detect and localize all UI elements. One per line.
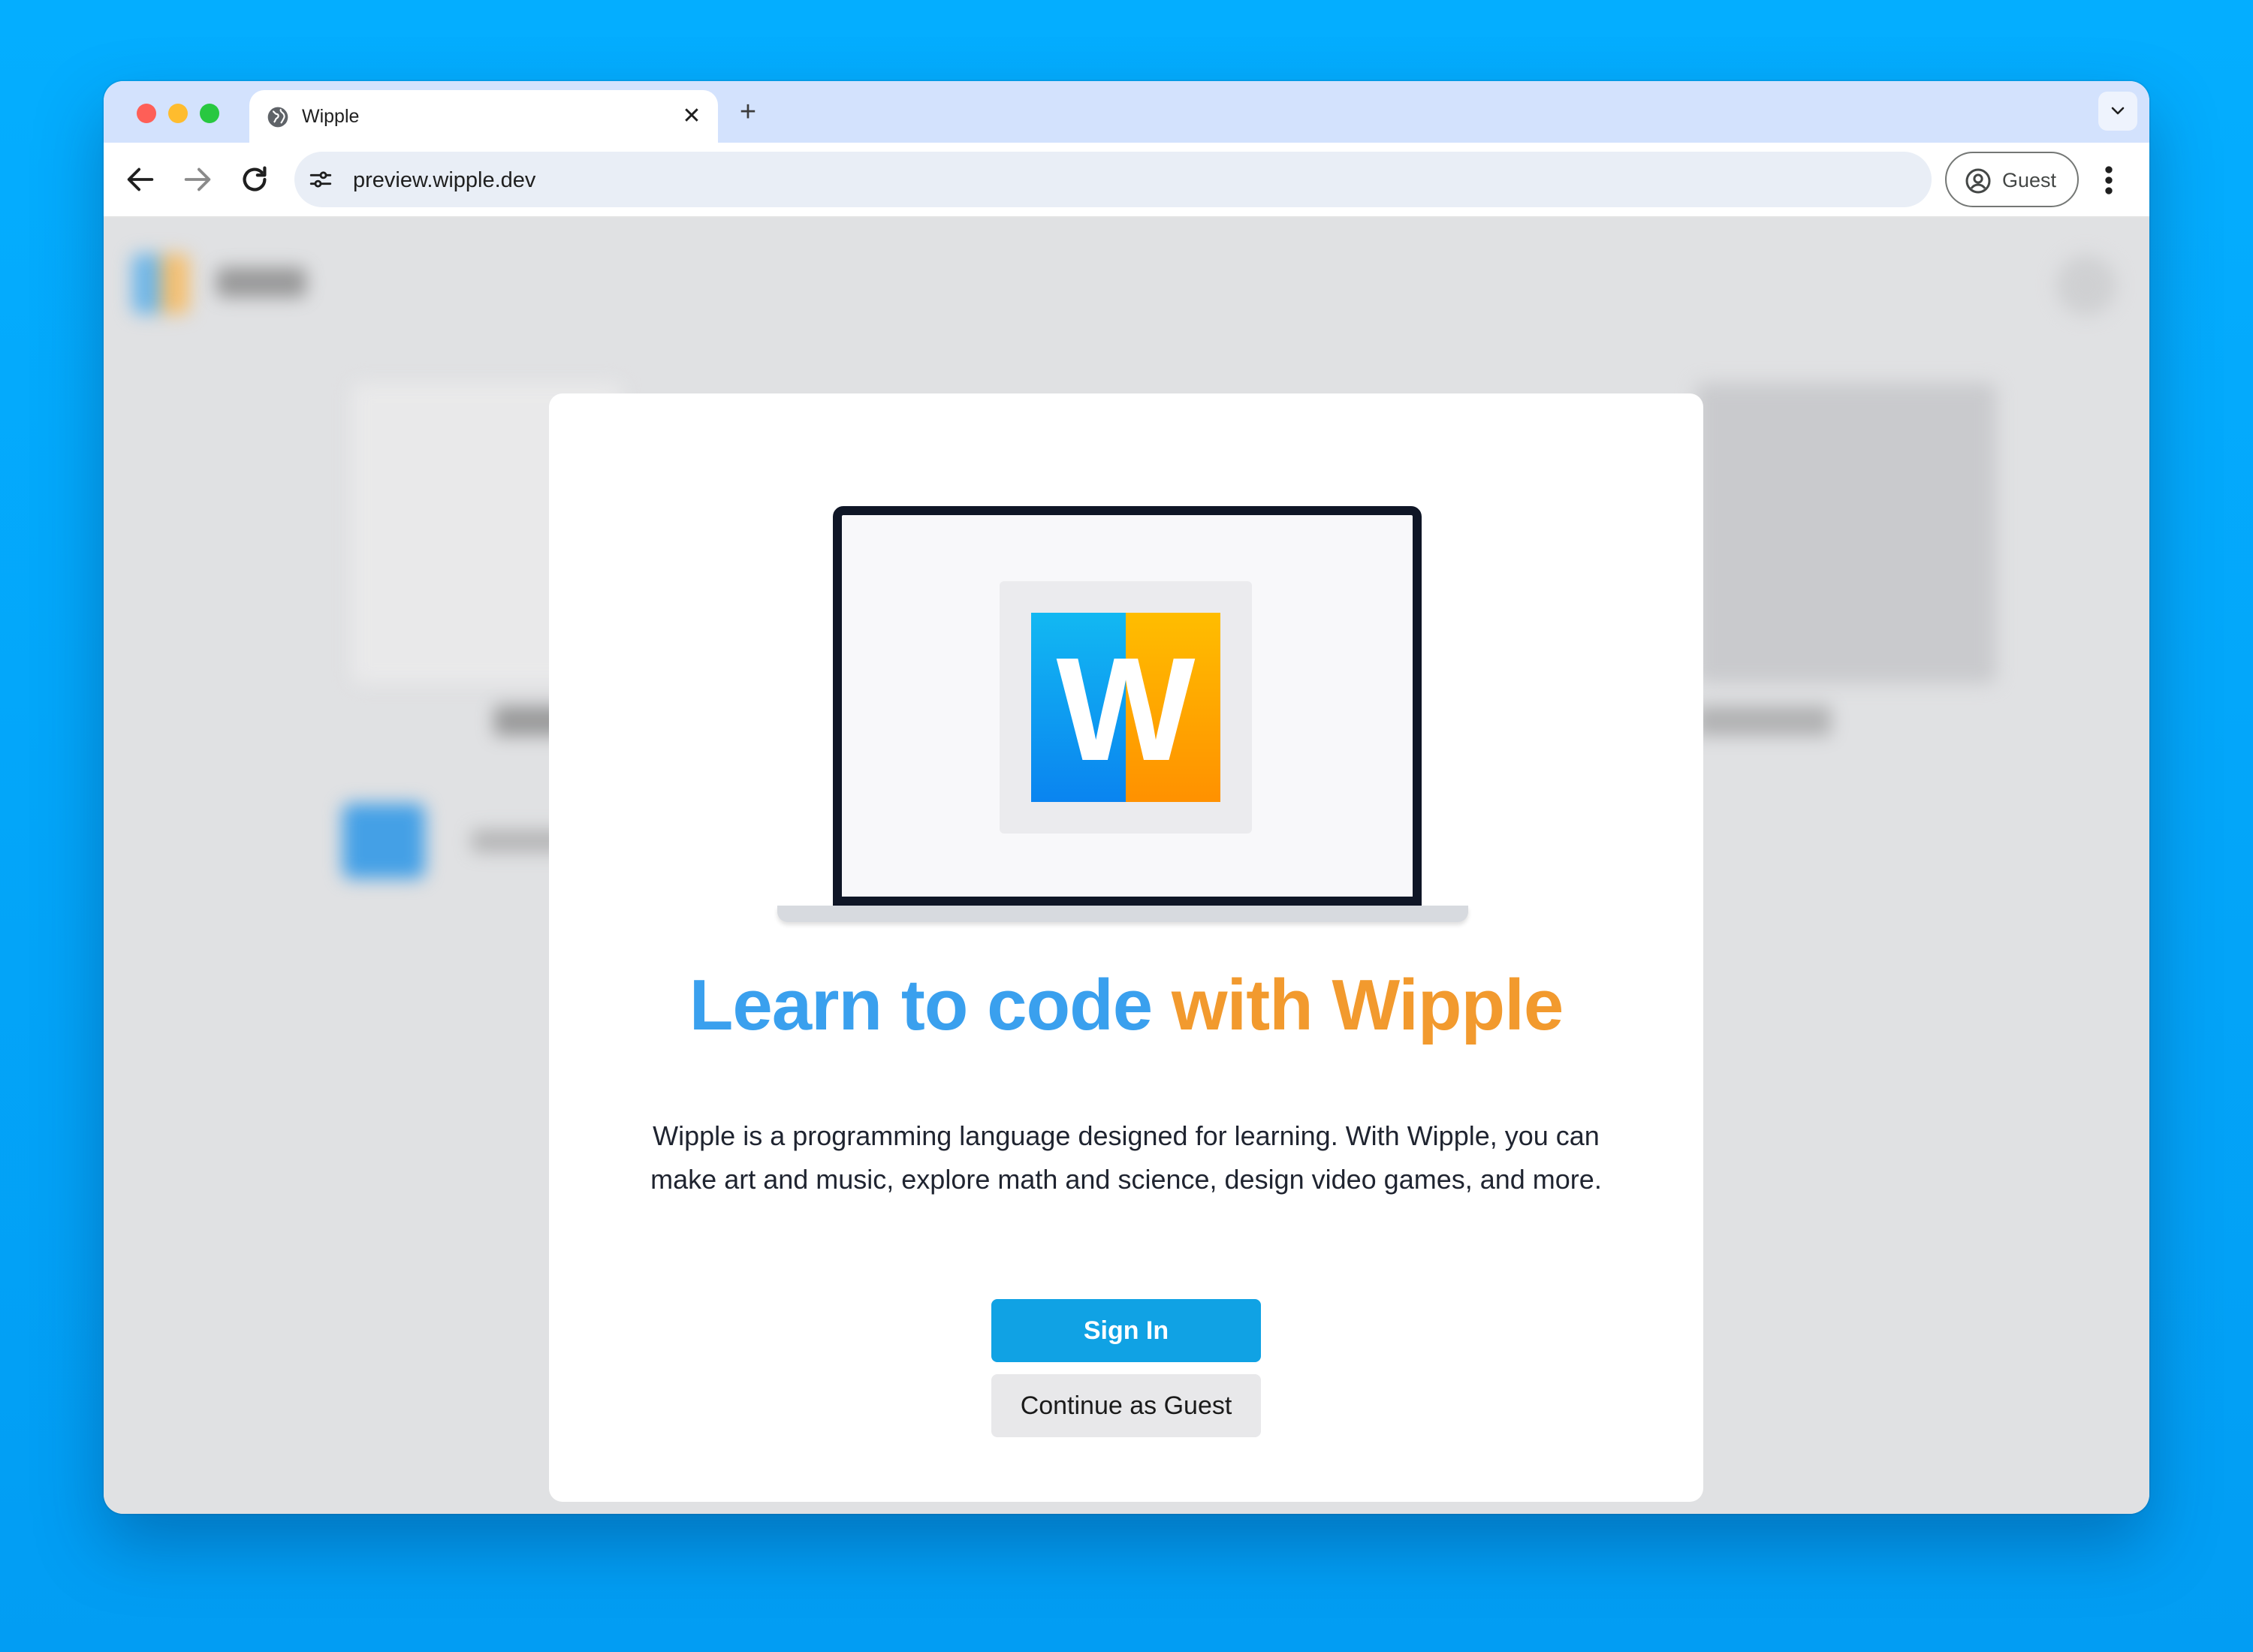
- background-text: [1696, 706, 1831, 736]
- profile-label: Guest: [2002, 169, 2057, 191]
- account-icon: [1965, 168, 1991, 194]
- plus-icon[interactable]: +: [733, 98, 763, 128]
- tab-title: Wipple: [302, 106, 360, 127]
- sign-in-button[interactable]: Sign In: [991, 1299, 1261, 1362]
- more-vert-icon[interactable]: [2094, 159, 2124, 201]
- maximize-window-button[interactable]: [200, 104, 219, 123]
- background-logo: [132, 254, 189, 314]
- headline-part-1: Learn to code: [689, 965, 1153, 1045]
- wipple-logo: W: [1031, 613, 1220, 802]
- background-button: [342, 803, 425, 879]
- browser-toolbar: preview.wipple.dev Guest: [104, 143, 2149, 218]
- tab-search-button[interactable]: [2098, 92, 2137, 131]
- headline: Learn to code with Wipple: [549, 964, 1703, 1047]
- address-bar[interactable]: preview.wipple.dev: [294, 152, 1932, 207]
- tab-wipple[interactable]: Wipple ✕: [249, 90, 718, 144]
- background-avatar: [2056, 255, 2116, 315]
- site-settings-icon[interactable]: [308, 167, 333, 192]
- back-arrow-icon[interactable]: [123, 162, 158, 197]
- description: Wipple is a programming language designe…: [650, 1120, 1602, 1195]
- page-content: W Learn to code with Wipple Wipple is a …: [104, 218, 2149, 1514]
- laptop-illustration: W: [777, 506, 1468, 942]
- close-window-button[interactable]: [137, 104, 156, 123]
- continue-as-guest-button[interactable]: Continue as Guest: [991, 1374, 1261, 1437]
- close-icon[interactable]: ✕: [680, 105, 703, 128]
- url-text[interactable]: preview.wipple.dev: [353, 168, 535, 193]
- chevron-down-icon: [2111, 107, 2125, 115]
- logo-letter: W: [1057, 627, 1196, 791]
- forward-arrow-icon[interactable]: [180, 162, 215, 197]
- tab-strip: Wipple ✕ +: [104, 81, 2149, 144]
- welcome-dialog: W Learn to code with Wipple Wipple is a …: [549, 393, 1703, 1502]
- headline-part-2: with Wipple: [1171, 965, 1564, 1045]
- reload-icon[interactable]: [237, 162, 272, 197]
- browser-window: Wipple ✕ + preview.wipple.dev Guest W Le…: [104, 81, 2149, 1514]
- profile-button[interactable]: Guest: [1945, 152, 2079, 207]
- laptop-screen: W: [833, 506, 1422, 906]
- globe-icon: [267, 107, 288, 128]
- background-card: [1696, 383, 1996, 683]
- laptop-base: [777, 906, 1468, 922]
- logo-tile: W: [1000, 581, 1252, 834]
- minimize-window-button[interactable]: [168, 104, 188, 123]
- background-title: [216, 267, 306, 297]
